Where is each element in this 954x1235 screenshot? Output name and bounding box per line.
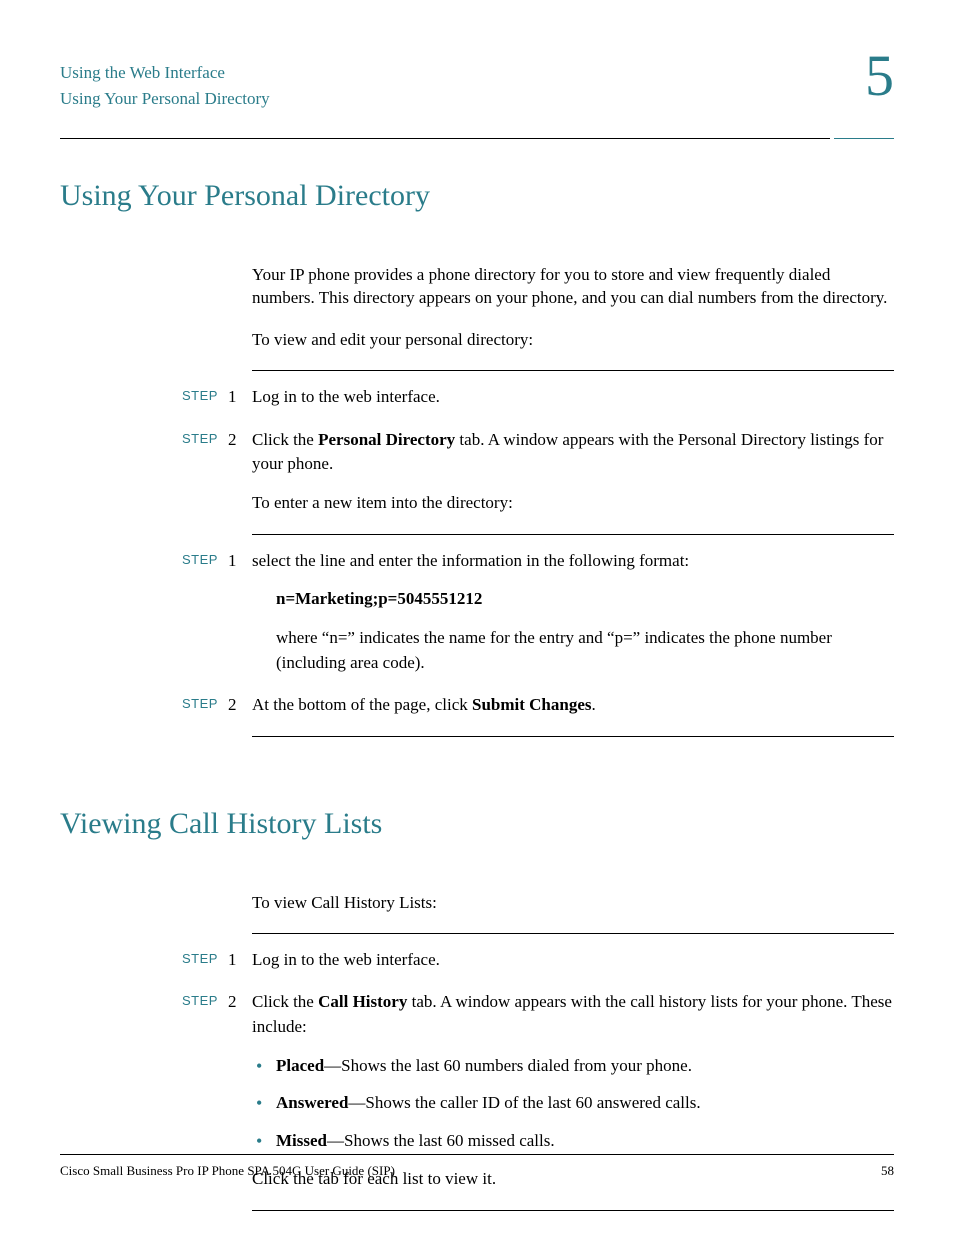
step-text: Click the Personal Directory tab. A wind… [252,428,894,516]
section-title-personal-directory: Using Your Personal Directory [60,179,894,213]
bold-span: Answered [276,1093,348,1112]
step-text: select the line and enter the informatio… [252,549,894,676]
step-divider [252,370,894,371]
step-row: STEP 1 select the line and enter the inf… [60,549,894,676]
step-label: STEP [60,549,228,570]
running-head-line2: Using Your Personal Directory [60,86,894,112]
code-explain: where “n=” indicates the name for the en… [276,626,894,675]
bold-span: Placed [276,1056,324,1075]
bold-span: Submit Changes [472,695,592,714]
indent-block: n=Marketing;p=5045551212 where “n=” indi… [276,587,894,675]
step-row: STEP 2 Click the Personal Directory tab.… [60,428,894,516]
step-lead: select the line and enter the informatio… [252,549,894,574]
step-divider [252,534,894,535]
list-item: Answered—Shows the caller ID of the last… [276,1091,894,1115]
code-example: n=Marketing;p=5045551212 [276,587,894,612]
step-number: 1 [228,948,252,973]
step-number: 2 [228,693,252,718]
bold-span: Personal Directory [318,430,455,449]
text-span: At the bottom of the page, click [252,695,472,714]
chapter-underline [834,138,894,139]
step-text: Log in to the web interface. [252,948,894,973]
intro-block-2: To view Call History Lists: [252,891,894,915]
step-divider [252,933,894,934]
text-span: —Shows the caller ID of the last 60 answ… [348,1093,700,1112]
step-label: STEP [60,693,228,714]
header-rule [60,138,830,139]
bold-span: Call History [318,992,407,1011]
list-item: Missed—Shows the last 60 missed calls. [276,1129,894,1153]
page-footer: Cisco Small Business Pro IP Phone SPA 50… [60,1154,894,1179]
bold-span: Missed [276,1131,327,1150]
step-label: STEP [60,385,228,406]
section-title-call-history: Viewing Call History Lists [60,807,894,841]
intro-block-1: Your IP phone provides a phone directory… [252,263,894,352]
step-divider [252,1210,894,1211]
text-span: . [592,695,596,714]
chapter-number: 5 [865,42,894,109]
step-body: Log in to the web interface. [252,385,894,410]
step-number: 2 [228,428,252,453]
step-body: At the bottom of the page, click Submit … [252,693,894,718]
step-row: STEP 1 Log in to the web interface. [60,948,894,973]
step-number: 1 [228,549,252,574]
text-span: Click the [252,430,318,449]
page-header: Using the Web Interface Using Your Perso… [60,60,894,135]
step-body: Log in to the web interface. [252,948,894,973]
step-text: At the bottom of the page, click Submit … [252,693,894,718]
step-label: STEP [60,990,228,1011]
text-span: Click the [252,992,318,1011]
step-body: Click the Personal Directory tab. A wind… [252,428,894,477]
footer-title: Cisco Small Business Pro IP Phone SPA 50… [60,1163,395,1179]
step-label: STEP [60,428,228,449]
running-head: Using the Web Interface Using Your Perso… [60,60,894,113]
step-followup: To enter a new item into the directory: [252,491,894,516]
bullet-list: Placed—Shows the last 60 numbers dialed … [252,1054,894,1153]
running-head-line1: Using the Web Interface [60,60,894,86]
intro-para: To view Call History Lists: [252,891,894,915]
text-span: —Shows the last 60 numbers dialed from y… [324,1056,692,1075]
step-label: STEP [60,948,228,969]
list-item: Placed—Shows the last 60 numbers dialed … [276,1054,894,1078]
step-number: 2 [228,990,252,1015]
footer-page-number: 58 [881,1163,894,1179]
intro-para-1: Your IP phone provides a phone directory… [252,263,894,311]
step-row: STEP 2 At the bottom of the page, click … [60,693,894,718]
step-body: Click the Call History tab. A window app… [252,990,894,1039]
step-number: 1 [228,385,252,410]
intro-para-2: To view and edit your personal directory… [252,328,894,352]
step-divider [252,736,894,737]
step-row: STEP 1 Log in to the web interface. [60,385,894,410]
step-text: Log in to the web interface. [252,385,894,410]
text-span: —Shows the last 60 missed calls. [327,1131,555,1150]
